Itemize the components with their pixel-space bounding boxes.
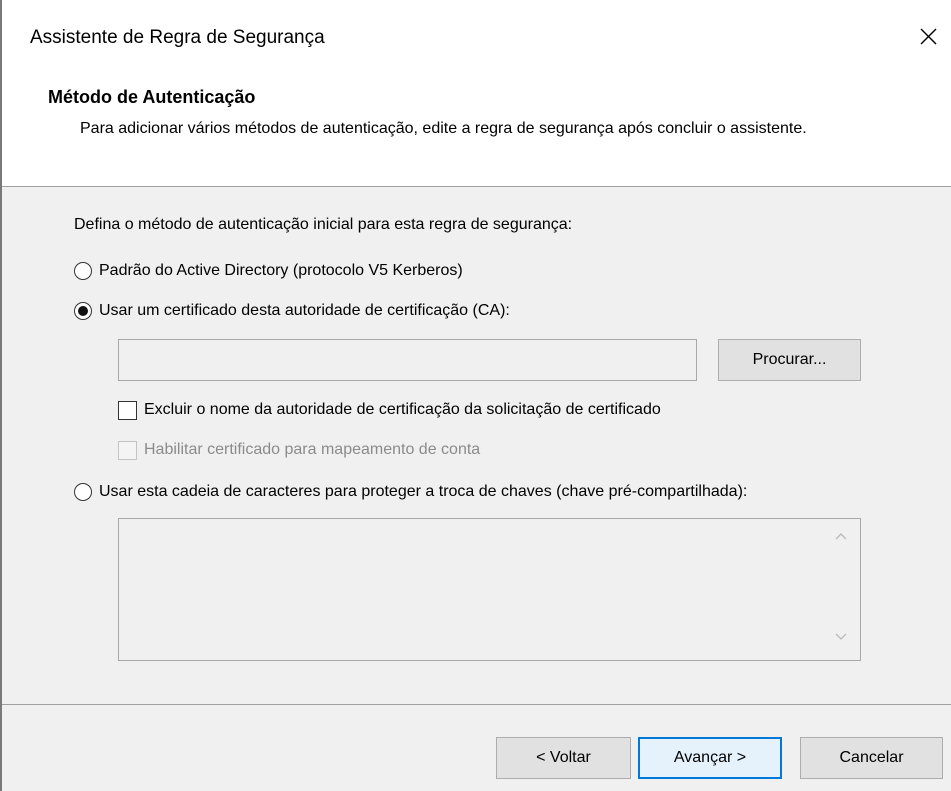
instruction-text: Defina o método de autenticação inicial … xyxy=(74,216,573,233)
next-button[interactable]: Avançar > xyxy=(638,737,782,779)
checkbox-enable-account-mapping-label: Habilitar certificado para mapeamento de… xyxy=(144,441,481,458)
checkbox-exclude-ca-name[interactable]: Excluir o nome da autoridade de certific… xyxy=(118,399,661,421)
checkbox-box-disabled xyxy=(118,440,137,460)
radio-button-selected[interactable] xyxy=(74,302,92,320)
radio-ad-default-label: Padrão do Active Directory (protocolo V5… xyxy=(99,262,463,279)
close-button[interactable] xyxy=(906,14,950,58)
scroll-down-button[interactable] xyxy=(832,628,850,646)
close-icon xyxy=(920,28,937,45)
chevron-up-icon xyxy=(835,533,847,540)
page-title: Método de Autenticação xyxy=(48,87,256,107)
radio-button[interactable] xyxy=(74,483,92,501)
radio-certificate-ca[interactable]: Usar um certificado desta autoridade de … xyxy=(74,300,510,322)
radio-ad-default[interactable]: Padrão do Active Directory (protocolo V5… xyxy=(74,260,463,282)
window-title: Assistente de Regra de Segurança xyxy=(30,27,325,48)
preshared-key-textarea[interactable] xyxy=(118,518,861,661)
browse-button[interactable]: Procurar... xyxy=(718,339,861,381)
cancel-button[interactable]: Cancelar xyxy=(800,737,943,779)
page-description: Para adicionar vários métodos de autenti… xyxy=(80,120,807,137)
checkbox-enable-account-mapping: Habilitar certificado para mapeamento de… xyxy=(118,439,480,461)
radio-preshared-key-label: Usar esta cadeia de caracteres para prot… xyxy=(99,483,748,500)
radio-button[interactable] xyxy=(74,262,92,280)
scroll-up-button[interactable] xyxy=(832,527,850,545)
radio-certificate-ca-label: Usar um certificado desta autoridade de … xyxy=(99,302,510,319)
radio-preshared-key[interactable]: Usar esta cadeia de caracteres para prot… xyxy=(74,481,747,503)
back-button[interactable]: < Voltar xyxy=(496,737,631,779)
chevron-down-icon xyxy=(835,633,847,640)
checkbox-exclude-ca-name-label: Excluir o nome da autoridade de certific… xyxy=(144,401,661,418)
ca-name-field[interactable] xyxy=(118,339,697,381)
checkbox-box[interactable] xyxy=(118,400,137,420)
footer-divider xyxy=(2,704,951,705)
header-divider xyxy=(2,186,951,187)
